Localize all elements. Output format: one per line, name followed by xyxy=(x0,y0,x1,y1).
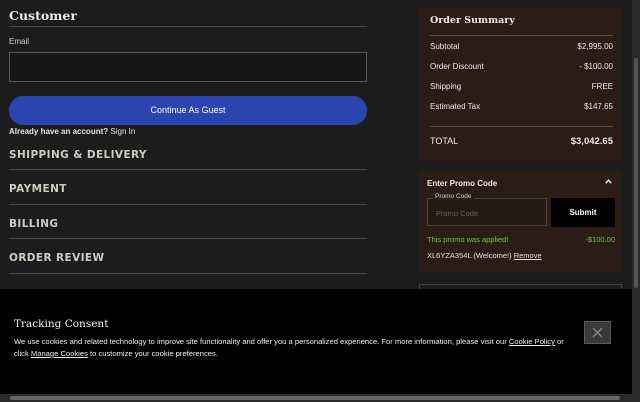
divider xyxy=(9,273,367,274)
divider xyxy=(9,169,367,170)
email-field[interactable] xyxy=(9,52,367,82)
continue-as-guest-button[interactable]: Continue As Guest xyxy=(9,96,367,125)
consent-title: Tracking Consent xyxy=(14,318,109,330)
promo-applied-amount: -$100.00 xyxy=(585,235,615,244)
order-summary-title: Order Summary xyxy=(430,15,515,26)
tracking-consent-banner: Tracking Consent We use cookies and rela… xyxy=(0,289,632,394)
summary-value: $147.65 xyxy=(584,102,613,111)
section-payment[interactable]: PAYMENT xyxy=(9,183,67,195)
customer-heading: Customer xyxy=(9,8,77,23)
summary-label: Order Discount xyxy=(430,62,484,71)
divider xyxy=(430,35,613,36)
order-summary-panel: Order Summary Subtotal $2,995.00 Order D… xyxy=(419,8,622,161)
promo-field-label: Promo Code xyxy=(433,193,474,200)
promo-title[interactable]: Enter Promo Code xyxy=(427,179,497,188)
consent-text-1: We use cookies and related technology to… xyxy=(14,337,507,346)
divider xyxy=(9,204,367,205)
consent-text-3: to customize your cookie preferences. xyxy=(90,349,218,358)
promo-code-input[interactable]: Promo Code Promo Code xyxy=(427,193,547,226)
remove-promo-link[interactable]: Remove xyxy=(514,251,542,260)
sign-in-link[interactable]: Sign In xyxy=(110,127,135,136)
promo-applied-message: This promo was applied! -$100.00 xyxy=(427,235,615,244)
summary-value: - $100.00 xyxy=(579,62,613,71)
account-prompt: Already have an account? Sign In xyxy=(9,127,135,136)
total-value: $3,042.65 xyxy=(570,136,613,147)
applied-code: XL6YZA354L (Welcome!) Remove xyxy=(427,251,542,260)
scrollbar-thumb[interactable] xyxy=(634,58,638,288)
section-order-review[interactable]: ORDER REVIEW xyxy=(9,252,105,264)
promo-submit-button[interactable]: Submit xyxy=(551,198,615,227)
consent-close-button[interactable] xyxy=(584,321,611,344)
email-label: Email xyxy=(9,37,30,46)
horizontal-scrollbar[interactable] xyxy=(0,394,640,402)
scrollbar-thumb[interactable] xyxy=(10,396,620,400)
close-icon xyxy=(592,327,603,338)
consent-text: We use cookies and related technology to… xyxy=(14,336,574,360)
divider xyxy=(430,126,613,127)
summary-value: FREE xyxy=(591,82,613,91)
summary-label: Subtotal xyxy=(430,42,460,51)
summary-value: $2,995.00 xyxy=(577,42,613,51)
section-shipping[interactable]: SHIPPING & DELIVERY xyxy=(9,149,147,161)
divider xyxy=(9,26,367,27)
summary-label: Shipping xyxy=(430,82,462,91)
promo-placeholder: Promo Code xyxy=(436,209,479,218)
summary-label: Estimated Tax xyxy=(430,102,481,111)
vertical-scrollbar[interactable] xyxy=(632,0,640,394)
divider xyxy=(9,238,367,239)
chevron-up-icon[interactable] xyxy=(604,177,613,186)
section-billing[interactable]: BILLING xyxy=(9,218,58,230)
promo-applied-text: This promo was applied! xyxy=(427,235,509,244)
manage-cookies-link[interactable]: Manage Cookies xyxy=(31,349,88,358)
promo-code-panel: Enter Promo Code Promo Code Promo Code S… xyxy=(419,171,622,272)
account-prompt-text: Already have an account? xyxy=(9,127,109,136)
total-label: TOTAL xyxy=(430,136,459,146)
cookie-policy-link[interactable]: Cookie Policy xyxy=(509,337,555,346)
applied-code-text: XL6YZA354L (Welcome!) xyxy=(427,251,512,260)
